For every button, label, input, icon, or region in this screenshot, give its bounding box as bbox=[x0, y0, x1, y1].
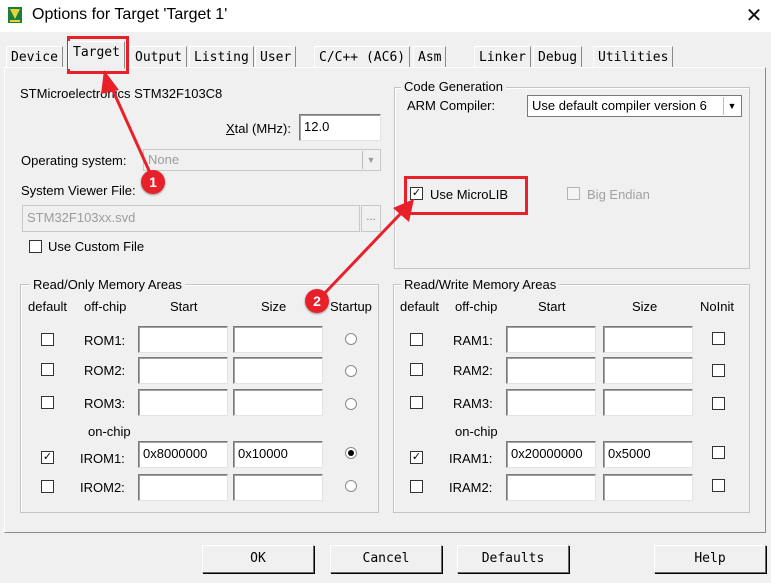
step-marker-1: 1 bbox=[141, 170, 165, 194]
arrow-2-line bbox=[320, 208, 406, 298]
arrow-1-head bbox=[101, 70, 119, 94]
tab-target[interactable]: Target bbox=[68, 41, 125, 69]
arrow-1-line bbox=[108, 83, 153, 176]
annotation-arrows bbox=[101, 70, 414, 298]
step-marker-2: 2 bbox=[305, 289, 329, 313]
